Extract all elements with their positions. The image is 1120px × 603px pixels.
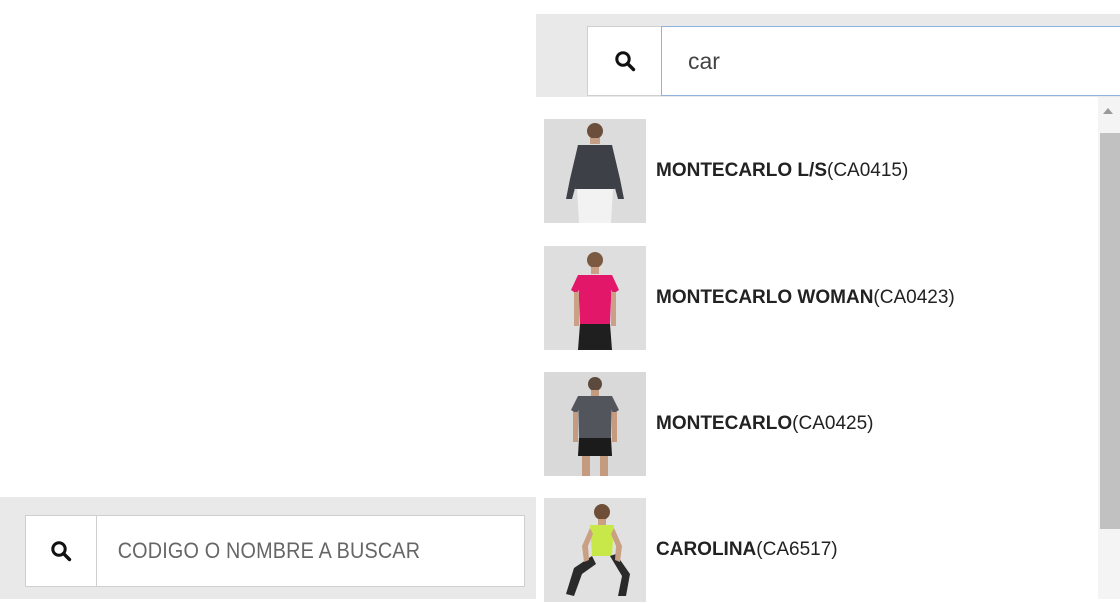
left-search-button[interactable] (26, 516, 97, 586)
product-thumbnail (544, 498, 646, 602)
product-thumbnail (544, 246, 646, 350)
product-code: (CA0425) (792, 413, 874, 434)
search-icon (51, 541, 72, 562)
product-name: MONTECARLO L/S (656, 160, 827, 181)
product-thumbnail (544, 119, 646, 223)
product-name: CAROLINA (656, 539, 757, 560)
result-item[interactable]: MONTECARLO(CA0425) (544, 371, 1104, 477)
result-label: MONTECARLO(CA0425) (656, 413, 873, 435)
search-icon (614, 51, 635, 72)
scroll-up-arrow-icon[interactable] (1103, 108, 1113, 114)
product-name: MONTECARLO (656, 413, 793, 434)
result-item[interactable]: MONTECARLO WOMAN(CA0423) (544, 245, 1104, 351)
search-results-dropdown: MONTECARLO L/S(CA0415) MONTECARLO WOMAN(… (536, 97, 1120, 602)
top-search-button[interactable] (587, 26, 661, 96)
left-search-input[interactable]: CODIGO O NOMBRE A BUSCAR (97, 516, 481, 586)
product-code: (CA0423) (873, 287, 955, 308)
result-label: CAROLINA(CA6517) (656, 539, 838, 561)
top-search-input[interactable]: car (661, 26, 1120, 96)
product-thumbnail (544, 372, 646, 476)
result-item[interactable]: CAROLINA(CA6517) (544, 497, 1104, 603)
result-label: MONTECARLO L/S(CA0415) (656, 160, 908, 182)
result-label: MONTECARLO WOMAN(CA0423) (656, 287, 955, 309)
product-code: (CA0415) (827, 160, 909, 181)
scrollbar-thumb[interactable] (1100, 133, 1120, 529)
product-code: (CA6517) (756, 539, 838, 560)
result-item[interactable]: MONTECARLO L/S(CA0415) (544, 118, 1104, 224)
product-name: MONTECARLO WOMAN (656, 287, 874, 308)
left-search-box: CODIGO O NOMBRE A BUSCAR (25, 515, 525, 587)
top-search-box: car (587, 26, 1120, 96)
